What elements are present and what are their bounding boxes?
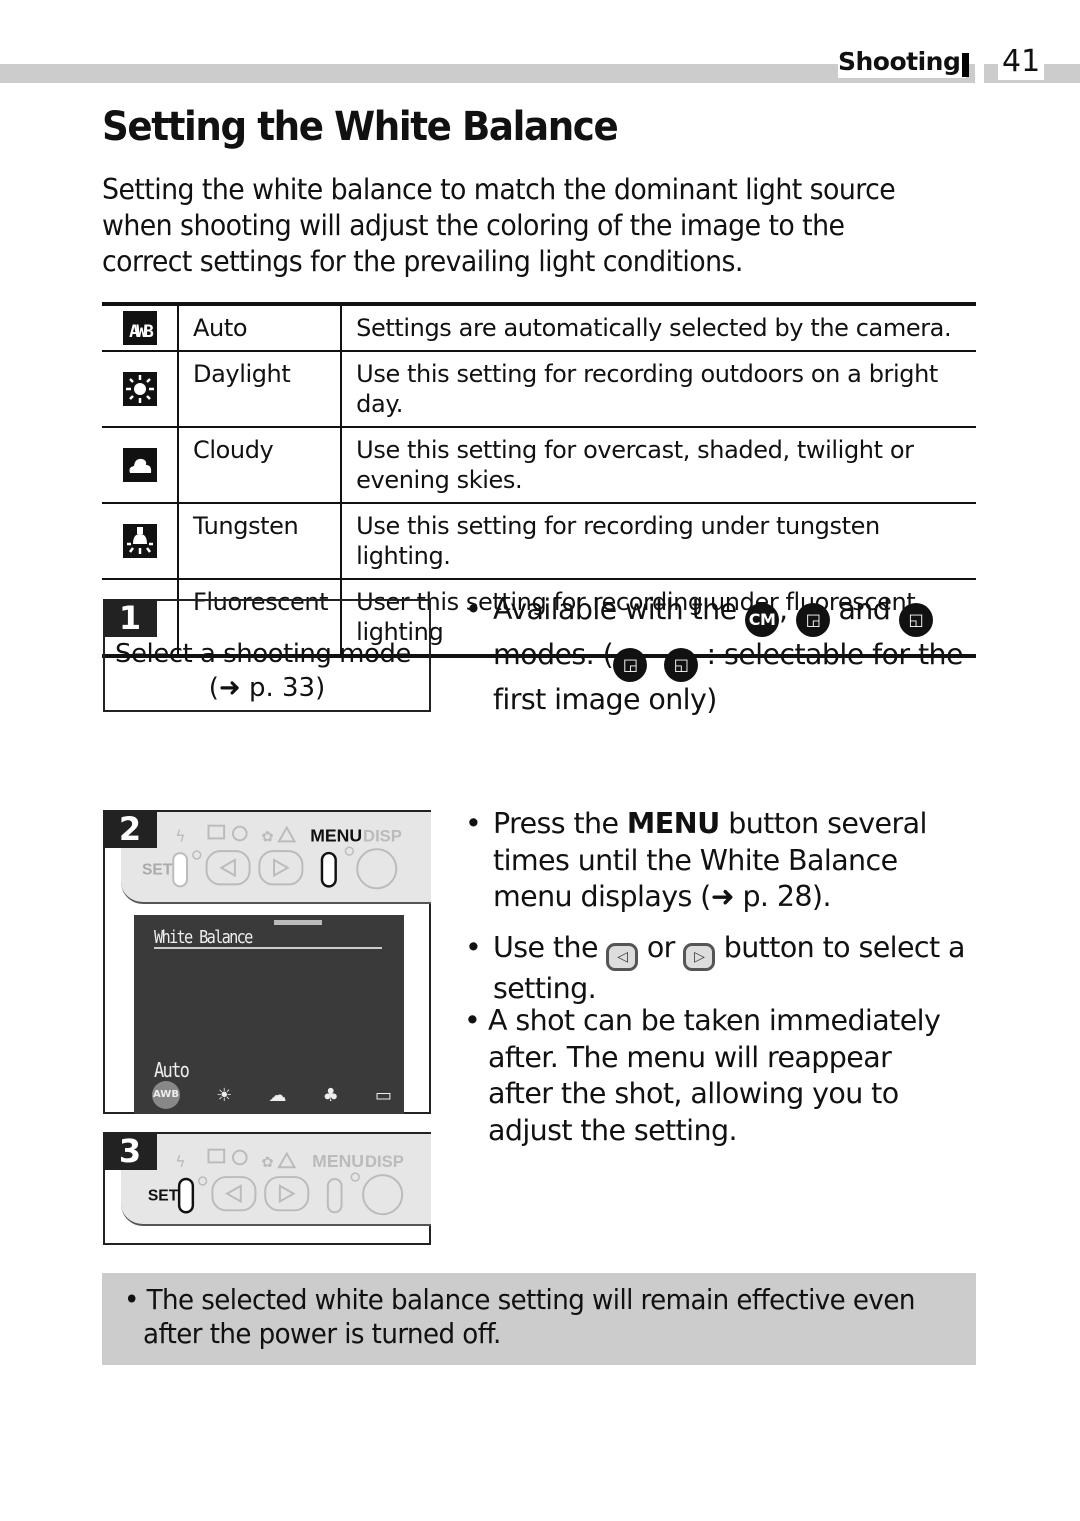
right-button-icon: ▷	[683, 943, 716, 971]
instruction-shot: • A shot can be taken immediately after.…	[464, 1004, 941, 1147]
intro-paragraph: Setting the white balance to match the d…	[102, 173, 896, 278]
table-row: AWB Auto Settings are automatically sele…	[102, 304, 976, 351]
bullet: •	[465, 593, 482, 626]
bullet: •	[464, 1004, 481, 1037]
tungsten-icon[interactable]: ♣	[323, 1085, 339, 1106]
wb-description: Settings are automatically selected by t…	[356, 314, 952, 342]
bullet: •	[124, 1284, 139, 1316]
macro-icon: ✿	[261, 1154, 273, 1171]
lcd-scroll-bar	[274, 920, 322, 925]
set-label: SET	[148, 1188, 179, 1205]
wb-name: Cloudy	[178, 426, 343, 503]
custom-mode-icon: CM	[745, 603, 780, 637]
section-label: Shooting	[838, 46, 967, 78]
instruction-menu: • Press the MENU button several times un…	[465, 807, 927, 913]
disp-label: DISP	[363, 826, 402, 845]
wb-description: Use this setting for overcast, shaded, t…	[341, 426, 976, 503]
header-separator	[962, 53, 969, 77]
stitch-assist-right-icon: ◱	[664, 648, 699, 682]
step-number: 3	[103, 1132, 157, 1170]
note-line-2: after the power is turned off.	[143, 1318, 501, 1350]
header-bar	[0, 64, 975, 83]
menu-button	[320, 851, 337, 888]
step-1-text: Select a shooting mode	[115, 639, 411, 669]
right-button	[258, 850, 304, 886]
note-box: • The selected white balance setting wil…	[102, 1273, 976, 1365]
self-timer-icon	[231, 825, 248, 842]
step-number: 2	[103, 810, 157, 848]
macro-icon: ✿	[261, 828, 273, 845]
svg-text:AWB: AWB	[129, 322, 153, 342]
lcd-menu-title: White Balance	[154, 927, 253, 948]
fluorescent-icon[interactable]: ▭	[375, 1085, 392, 1106]
landscape-icon	[277, 1151, 297, 1169]
instruction-select: • Use the ◁ or ▷ button to select a sett…	[465, 931, 965, 1005]
camera-control-panel: ϟ ✿ MENU DISP SET	[121, 812, 431, 904]
right-button	[264, 1176, 310, 1212]
set-button	[172, 852, 188, 888]
table-row: Tungsten Use this setting for recording …	[102, 502, 976, 579]
stitch-assist-left-icon: ◲	[795, 603, 830, 637]
tungsten-icon	[122, 524, 157, 558]
wb-name: Daylight	[178, 350, 343, 427]
self-timer-icon	[231, 1149, 248, 1166]
awb-icon[interactable]: AWB	[152, 1081, 180, 1109]
wb-name: Auto	[178, 304, 343, 351]
flash-icon: ϟ	[175, 1152, 185, 1171]
lcd-wb-options: AWB ☀ ☁ ♣ ▭	[152, 1081, 392, 1109]
continuous-icon	[207, 824, 226, 840]
set-button	[177, 1177, 195, 1214]
step-3-box: ϟ ✿ MENU DISP SET 3	[103, 1132, 431, 1245]
set-label: SET	[142, 862, 173, 879]
menu-button-label: MENU	[626, 807, 720, 840]
cloudy-icon[interactable]: ☁	[268, 1085, 286, 1106]
menu-button	[326, 1178, 343, 1214]
disp-label: DISP	[365, 1152, 404, 1171]
step-1-note: • Available with the CM, ◲ and ◱ modes. …	[465, 593, 964, 716]
camera-control-panel: ϟ ✿ MENU DISP SET	[121, 1134, 431, 1226]
disp-button	[362, 1174, 404, 1216]
cloudy-icon	[122, 448, 157, 482]
menu-label: MENU	[310, 825, 362, 845]
bullet: •	[465, 807, 482, 840]
lcd-screen: White Balance Auto AWB ☀ ☁ ♣ ▭	[134, 915, 404, 1114]
lcd-title-underline	[154, 947, 382, 949]
daylight-icon[interactable]: ☀	[216, 1085, 232, 1106]
page-number: 41	[998, 44, 1045, 80]
continuous-icon	[207, 1148, 226, 1164]
landscape-icon	[277, 825, 297, 843]
step-1-box: 1 Select a shooting mode (➜ p. 33)	[103, 599, 431, 712]
left-button	[211, 1176, 257, 1212]
note-line-1: The selected white balance setting will …	[146, 1284, 916, 1316]
disp-button	[356, 848, 398, 890]
wb-description: Use this setting for recording outdoors …	[341, 350, 976, 427]
stitch-assist-left-icon: ◲	[613, 648, 648, 682]
wb-name: Tungsten	[178, 502, 343, 579]
awb-icon: AWB	[122, 311, 157, 345]
bullet: •	[465, 931, 482, 964]
lcd-selected-setting: Auto	[154, 1058, 190, 1082]
flash-icon: ϟ	[175, 826, 185, 845]
step-number: 1	[103, 599, 157, 637]
menu-label: MENU	[312, 1151, 364, 1171]
left-button	[205, 850, 251, 886]
stitch-assist-right-icon: ◱	[898, 603, 933, 637]
step-2-box: ϟ ✿ MENU DISP SET 2 White Balance Auto A…	[103, 810, 431, 1114]
table-row: Daylight Use this setting for recording …	[102, 350, 976, 427]
left-button-icon: ◁	[606, 943, 639, 971]
table-row: Cloudy Use this setting for overcast, sh…	[102, 426, 976, 503]
page-title: Setting the White Balance	[102, 104, 619, 150]
daylight-icon	[122, 372, 157, 406]
wb-description: Use this setting for recording under tun…	[341, 502, 976, 579]
step-1-page-ref[interactable]: (➜ p. 33)	[105, 673, 429, 703]
